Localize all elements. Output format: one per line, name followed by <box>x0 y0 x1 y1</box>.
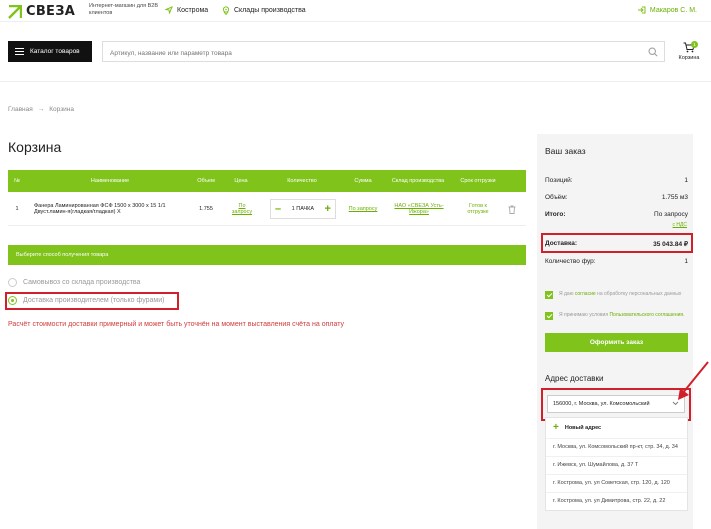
catalog-button[interactable]: Каталог товаров <box>8 41 92 62</box>
positions-row: Позиций: 1 <box>545 177 688 184</box>
page-title: Корзина <box>8 139 62 155</box>
logo-text: СВЕЗА <box>26 4 76 19</box>
consent-data-row[interactable]: Я даю согласие на обработку персональных… <box>545 291 688 299</box>
new-address-label: Новый адрес <box>564 425 602 431</box>
cart-table: № Наименование Объем Цена Количество Сум… <box>8 170 526 226</box>
decrease-button[interactable]: – <box>275 204 281 215</box>
row-volume: 1.755 <box>199 205 213 212</box>
row-ship-status: Готов к отгрузке <box>467 202 489 216</box>
cart-label: Корзина <box>678 55 700 61</box>
search-box <box>102 41 665 63</box>
quantity-stepper: – 1 ПАЧКА + <box>270 199 336 219</box>
cart-count-badge: 1 <box>691 41 698 48</box>
col-price: Цена <box>234 177 248 184</box>
trucks-label: Количество фур: <box>545 258 596 265</box>
col-sum: Сумма <box>354 177 372 184</box>
consent-terms-row[interactable]: Я принимаю условия Пользовательского сог… <box>545 312 688 320</box>
table-header: № Наименование Объем Цена Количество Сум… <box>8 170 526 192</box>
trucks-row: Количество фур: 1 <box>545 258 688 265</box>
row-price-link[interactable]: По запросу <box>228 192 256 226</box>
address-dropdown: + Новый адрес г. Москва, ул. Комсомольск… <box>545 417 688 511</box>
pickup-label: Самовывоз со склада производства <box>23 279 141 286</box>
pickup-option[interactable]: Самовывоз со склада производства <box>8 278 140 287</box>
annotation-arrow-icon <box>678 361 709 400</box>
warehouses-link[interactable]: Склады производства <box>222 6 306 15</box>
logo-mark-icon <box>8 4 22 19</box>
address-title: Адрес доставки <box>545 374 604 383</box>
warehouses-label: Склады производства <box>234 7 306 14</box>
plus-icon: + <box>553 422 559 433</box>
row-product-name[interactable]: Фанера Ламинированная ФСФ 1500 x 3000 x … <box>34 192 184 226</box>
address-option[interactable]: г. Кострома, ул. ул Димитрова, стр. 22, … <box>546 492 687 510</box>
consent-link[interactable]: согласие <box>575 291 596 297</box>
consent-terms-text: Я принимаю условия Пользовательского сог… <box>559 312 685 318</box>
col-volume: Объем <box>197 177 215 184</box>
map-pin-icon <box>222 6 230 15</box>
breadcrumb-separator: → <box>37 106 45 113</box>
catalog-button-label: Каталог товаров <box>30 48 80 55</box>
login-icon <box>637 6 646 14</box>
trucks-value: 1 <box>684 258 688 265</box>
delivery-method-header: Выберите способ получения товара <box>8 245 526 265</box>
address-option[interactable]: г. Кострома, ул. ул Советская, стр. 120,… <box>546 474 687 492</box>
positions-value: 1 <box>684 177 688 184</box>
order-summary: Ваш заказ с НДС Позиций: 1 Объём: 1.755 … <box>537 134 693 529</box>
table-row: 1 Фанера Ламинированная ФСФ 1500 x 3000 … <box>8 192 526 226</box>
row-warehouse-link[interactable]: НАО «СВЕЗА Усть-Ижора» <box>390 192 448 226</box>
volume-value: 1.755 м3 <box>661 194 688 201</box>
delivery-option-highlight <box>5 292 179 310</box>
volume-label: Объём: <box>545 194 568 201</box>
search-input[interactable] <box>103 44 643 63</box>
user-menu[interactable]: Макаров С. М. <box>637 6 697 14</box>
positions-label: Позиций: <box>545 177 573 184</box>
menu-icon <box>15 48 24 55</box>
delete-row[interactable] <box>504 192 520 226</box>
volume-row: Объём: 1.755 м3 <box>545 194 688 201</box>
delivery-cost-highlight <box>541 233 693 253</box>
consent-terms-checkbox[interactable] <box>545 312 553 320</box>
row-quantity: – 1 ПАЧКА + <box>268 192 338 226</box>
quantity-value[interactable]: 1 ПАЧКА <box>292 206 314 213</box>
new-address-option[interactable]: + Новый адрес <box>546 418 687 438</box>
consent-data-text: Я даю согласие на обработку персональных… <box>559 291 682 297</box>
breadcrumb-home[interactable]: Главная <box>8 106 33 113</box>
col-num: № <box>14 177 20 184</box>
cart-button[interactable]: 1 Корзина <box>676 41 702 61</box>
consent-data-checkbox[interactable] <box>545 291 553 299</box>
pickup-radio[interactable] <box>8 278 17 287</box>
city-label: Кострома <box>177 6 209 14</box>
search-row: Каталог товаров 1 Корзина <box>0 22 711 82</box>
terms-link[interactable]: Пользовательского соглашения. <box>609 312 684 318</box>
top-bar: СВЕЗА Интернет-магазин для B2B клиентов … <box>0 0 711 22</box>
col-warehouse: Склад производства <box>391 177 445 184</box>
delivery-note: Расчёт стоимости доставки примерный и мо… <box>8 321 344 328</box>
user-name: Макаров С. М. <box>649 6 697 14</box>
breadcrumb: Главная → Корзина <box>8 106 74 113</box>
vat-link[interactable]: с НДС <box>673 222 688 228</box>
city-selector[interactable]: Кострома <box>165 6 208 14</box>
logo[interactable]: СВЕЗА <box>8 4 75 19</box>
total-label: Итого: <box>545 211 566 218</box>
col-ship: Срок отгрузки <box>460 177 496 184</box>
submit-order-button[interactable]: Оформить заказ <box>545 333 688 352</box>
breadcrumb-current: Корзина <box>49 106 75 113</box>
total-row: Итого: По запросу <box>545 211 688 218</box>
address-option[interactable]: г. Москва, ул. Комсомольский пр-кт, стр.… <box>546 438 687 456</box>
order-title: Ваш заказ <box>545 146 586 156</box>
total-value: По запросу <box>654 211 688 218</box>
trash-icon <box>508 205 516 214</box>
search-icon[interactable] <box>648 47 658 57</box>
row-num: 1 <box>15 205 19 212</box>
address-option[interactable]: г. Ижевск, ул. Шумайлова, д. 37 Т <box>546 456 687 474</box>
increase-button[interactable]: + <box>325 204 331 215</box>
location-arrow-icon <box>165 6 173 14</box>
row-sum-link[interactable]: По запросу <box>346 192 380 226</box>
tagline: Интернет-магазин для B2B клиентов <box>89 3 159 16</box>
col-name: Наименование <box>90 177 130 184</box>
col-quantity: Количество <box>287 177 317 184</box>
